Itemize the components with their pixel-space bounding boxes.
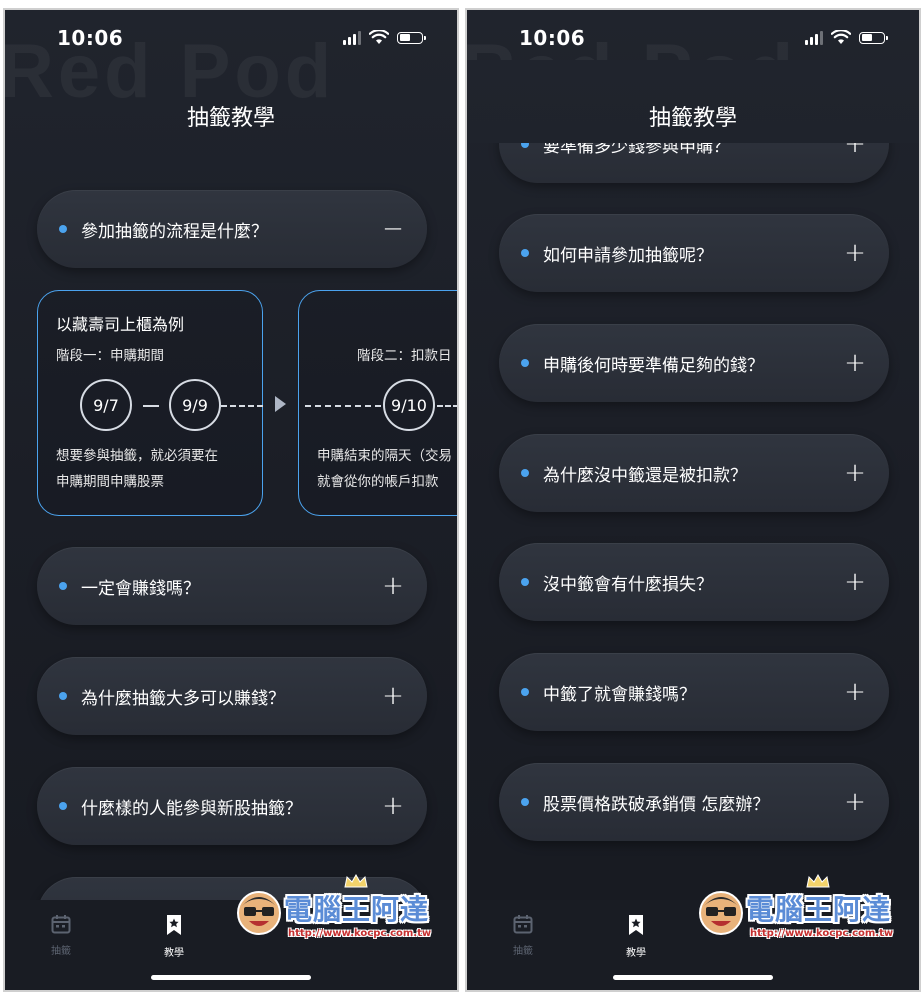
bullet-dot: [59, 582, 67, 590]
tab-bar: 抽籤 教學: [5, 900, 457, 990]
date-circle-deduct: 9/10: [383, 379, 435, 431]
bookmark-star-icon: [629, 915, 643, 935]
status-icons: [343, 30, 426, 45]
bullet-dot: [59, 802, 67, 810]
dashed-connector: [437, 405, 457, 407]
tab-tutorial[interactable]: 教學: [144, 914, 204, 959]
date-circle-start: 9/7: [80, 379, 132, 431]
tab-label: 教學: [626, 948, 646, 959]
expand-icon[interactable]: +: [843, 143, 867, 157]
expand-icon[interactable]: +: [381, 793, 405, 819]
phone-screen-right: Red Pod 10:06 要準備多少錢參與申購？ + 如何申請參加抽籤呢？ +: [467, 10, 919, 990]
status-icons: [805, 30, 888, 45]
faq-question: 股票價格跌破承銷價 怎麼辦？: [543, 794, 770, 815]
collapse-icon[interactable]: −: [381, 216, 405, 242]
stage1-desc-line2: 申購期間申購股票: [56, 474, 164, 490]
faq-item-partial[interactable]: 要準備多少錢參與申購？ +: [499, 143, 889, 183]
faq-question: 要準備多少錢參與申購？: [543, 143, 730, 157]
step-card-stage2: 階段二：扣款日 9/10 申購結束的隔天（交易 就會從你的帳戶扣款: [298, 290, 457, 516]
bullet-dot: [521, 578, 529, 586]
faq-item[interactable]: 為什麼抽籤大多可以賺錢？ +: [37, 657, 427, 735]
expand-icon[interactable]: +: [843, 460, 867, 486]
date-connector: [143, 405, 159, 407]
faq-item[interactable]: 股票價格跌破承銷價 怎麼辦？ +: [499, 763, 889, 841]
expand-icon[interactable]: +: [843, 569, 867, 595]
status-bar: 10:06: [467, 10, 919, 60]
faq-question: 申購後何時要準備足夠的錢？: [543, 355, 764, 376]
page-title: 抽籤教學: [186, 106, 275, 131]
faq-question: 中籤了就會賺錢嗎？: [543, 684, 696, 705]
tab-label: 教學: [164, 948, 184, 959]
tab-bar: 抽籤 教學: [467, 900, 919, 990]
battery-icon: [397, 31, 426, 44]
tab-lottery[interactable]: 抽籤: [31, 914, 91, 957]
faq-question: 一定會賺錢嗎？: [81, 578, 200, 599]
faq-item[interactable]: 為什麼沒中籤還是被扣款？ +: [499, 434, 889, 512]
faq-question: 為什麼沒中籤還是被扣款？: [543, 465, 747, 486]
status-time: 10:06: [57, 26, 124, 50]
faq-question: 如何申請參加抽籤呢？: [543, 245, 713, 266]
expand-icon[interactable]: +: [843, 789, 867, 815]
tab-label: 抽籤: [51, 946, 71, 957]
signal-icon: [805, 30, 823, 45]
faq-question: 參加抽籤的流程是什麼？: [81, 221, 268, 242]
dashed-connector: [305, 405, 381, 407]
example-title: 以藏壽司上櫃為例: [56, 315, 185, 334]
wifi-icon: [369, 30, 389, 44]
status-time: 10:06: [519, 26, 586, 50]
faq-item[interactable]: 什麼樣的人能參與新股抽籤？ +: [37, 767, 427, 845]
bookmark-star-icon: [167, 915, 181, 935]
expand-icon[interactable]: +: [381, 573, 405, 599]
faq-item[interactable]: 一定會賺錢嗎？ +: [37, 547, 427, 625]
stage2-desc-line1: 申購結束的隔天（交易: [317, 448, 452, 464]
stage1-label: 階段一：申購期間: [56, 348, 164, 364]
home-indicator[interactable]: [613, 975, 773, 980]
expand-icon[interactable]: +: [843, 240, 867, 266]
expand-icon[interactable]: +: [381, 683, 405, 709]
faq-scroll-area[interactable]: 要準備多少錢參與申購？ + 如何申請參加抽籤呢？ + 申購後何時要準備足夠的錢？…: [467, 143, 919, 900]
bullet-dot: [521, 469, 529, 477]
tab-tutorial[interactable]: 教學: [606, 914, 666, 959]
expand-icon[interactable]: +: [843, 350, 867, 376]
faq-question: 什麼樣的人能參與新股抽籤？: [81, 798, 302, 819]
faq-question: 沒中籤會有什麼損失？: [543, 574, 713, 595]
stage2-desc-line2: 就會從你的帳戶扣款: [317, 474, 439, 490]
faq-question: 為什麼抽籤大多可以賺錢？: [81, 688, 285, 709]
calendar-icon: [513, 915, 533, 934]
bullet-dot: [521, 688, 529, 696]
stage1-desc-line1: 想要參與抽籤，就必須要在: [56, 448, 218, 464]
faq-item-expanded[interactable]: 參加抽籤的流程是什麼？ −: [37, 190, 427, 268]
dashed-connector: [221, 405, 263, 407]
bullet-dot: [521, 798, 529, 806]
wifi-icon: [831, 30, 851, 44]
stage2-label: 階段二：扣款日: [357, 348, 452, 364]
status-bar: 10:06: [5, 10, 457, 60]
page-title: 抽籤教學: [648, 106, 737, 131]
bullet-dot: [521, 143, 529, 148]
date-circle-end: 9/9: [169, 379, 221, 431]
home-indicator[interactable]: [151, 975, 311, 980]
calendar-icon: [51, 915, 71, 934]
battery-icon: [859, 31, 888, 44]
signal-icon: [343, 30, 361, 45]
bullet-dot: [521, 249, 529, 257]
tab-label: 抽籤: [513, 946, 533, 957]
expand-icon[interactable]: +: [843, 679, 867, 705]
phone-screen-left: Red Pod 10:06 抽籤教學 參加抽籤的流程是什麼？ − 以藏壽司上櫃為…: [5, 10, 457, 990]
faq-item[interactable]: 申購後何時要準備足夠的錢？ +: [499, 324, 889, 402]
bullet-dot: [59, 225, 67, 233]
bullet-dot: [521, 359, 529, 367]
bullet-dot: [59, 692, 67, 700]
step-card-stage1: 以藏壽司上櫃為例 階段一：申購期間 9/7 9/9 想要參與抽籤，就必須要在 申…: [37, 290, 263, 516]
faq-item[interactable]: 中籤了就會賺錢嗎？ +: [499, 653, 889, 731]
next-arrow-icon: [275, 396, 286, 412]
tab-lottery[interactable]: 抽籤: [493, 914, 553, 957]
faq-item[interactable]: 如何申請參加抽籤呢？ +: [499, 214, 889, 292]
faq-item[interactable]: 沒中籤會有什麼損失？ +: [499, 543, 889, 621]
